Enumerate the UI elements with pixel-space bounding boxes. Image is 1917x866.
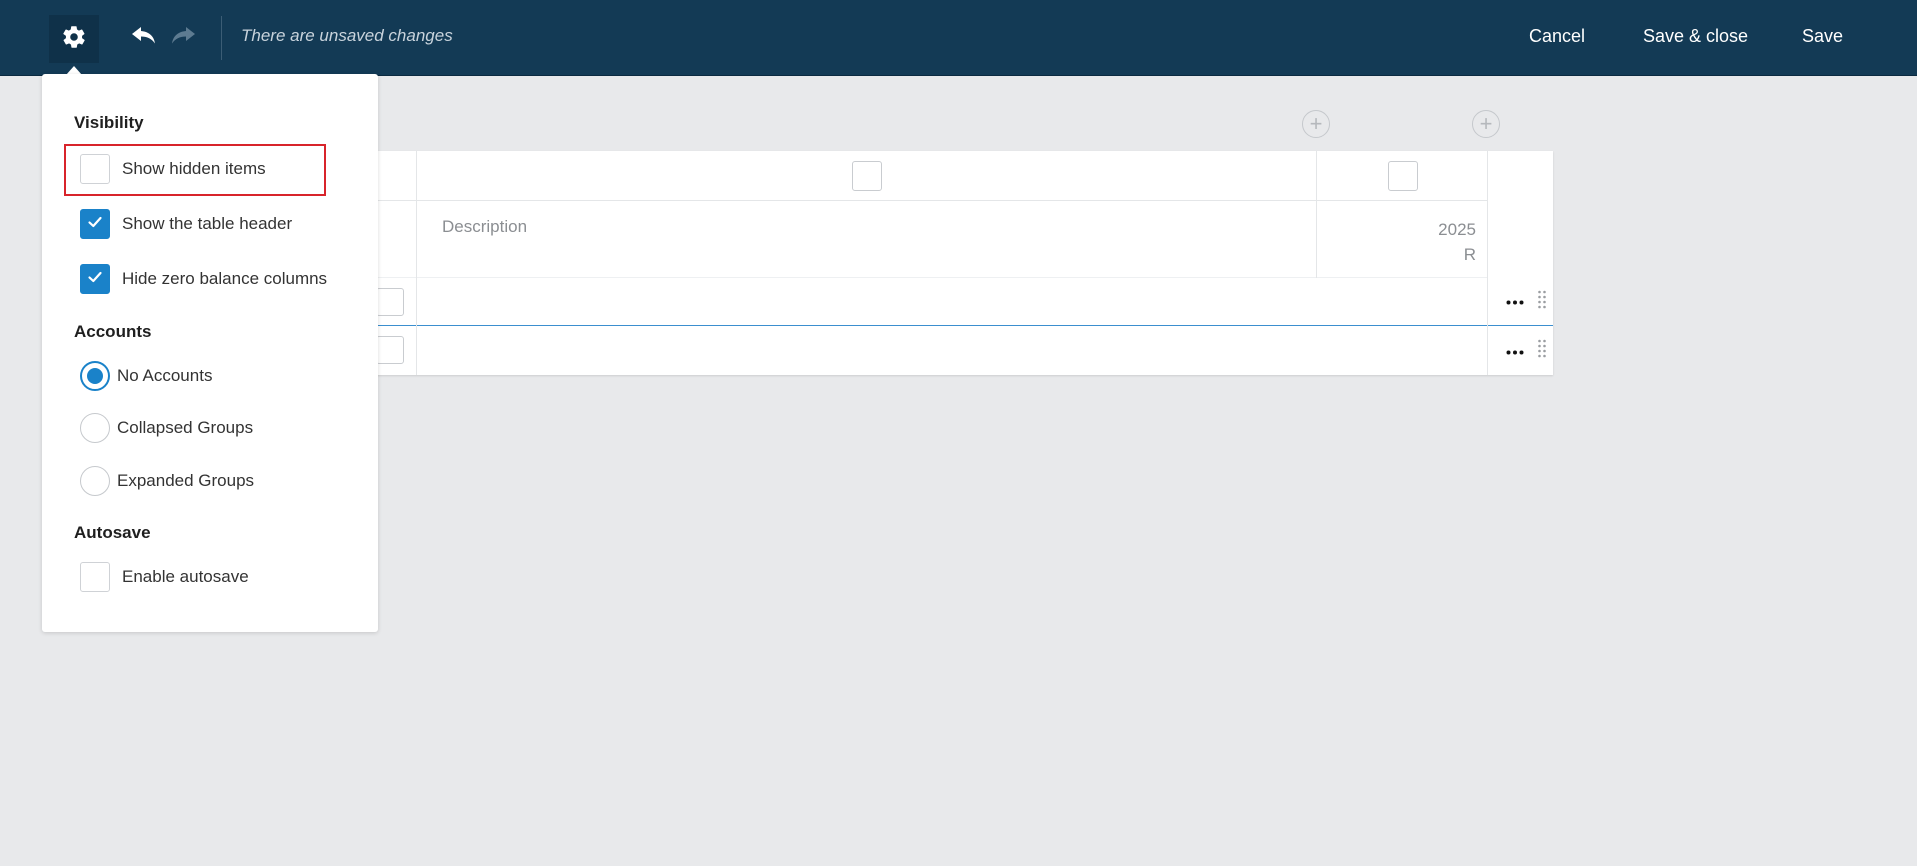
collapsed-groups-radio[interactable] [80, 413, 110, 443]
row-actions-button[interactable] [1504, 341, 1526, 361]
show-hidden-items-checkbox[interactable] [80, 154, 110, 184]
gear-icon [61, 24, 87, 55]
checkmark-icon [87, 214, 103, 235]
plus-circle-icon: + [1479, 111, 1493, 136]
redo-button[interactable] [167, 22, 199, 52]
column-select-checkbox[interactable] [1388, 161, 1418, 191]
column-divider [1316, 151, 1317, 278]
hide-zero-balance-columns-checkbox[interactable] [80, 264, 110, 294]
row-select-checkbox[interactable] [376, 288, 404, 316]
option-label: Collapsed Groups [117, 418, 254, 437]
plus-circle-icon: + [1309, 111, 1323, 136]
option-label: Hide zero balance columns [122, 269, 328, 288]
column-selector-row [320, 151, 1487, 201]
show-hidden-items-option[interactable]: Show hidden items [80, 153, 266, 185]
row-select-checkbox[interactable] [376, 336, 404, 364]
column-select-checkbox[interactable] [852, 161, 882, 191]
top-toolbar: There are unsaved changes Cancel Save & … [0, 0, 1917, 76]
drag-handle-icon[interactable] [1537, 339, 1547, 361]
enable-autosave-option[interactable]: Enable autosave [80, 561, 249, 593]
section-title-accounts: Accounts [74, 322, 152, 341]
drag-handle-icon[interactable] [1537, 290, 1547, 312]
expanded-groups-option[interactable]: Expanded Groups [80, 465, 254, 497]
toolbar-divider [221, 16, 222, 60]
option-label: Show hidden items [122, 159, 266, 178]
settings-dropdown: Visibility Show hidden items Show the ta… [42, 74, 378, 632]
expanded-groups-radio[interactable] [80, 466, 110, 496]
undo-icon [130, 23, 158, 52]
column-header-year-type: R [1463, 245, 1476, 264]
section-title-autosave: Autosave [74, 523, 151, 542]
show-table-header-option[interactable]: Show the table header [80, 208, 292, 240]
collapsed-groups-option[interactable]: Collapsed Groups [80, 412, 253, 444]
option-label: Expanded Groups [117, 471, 255, 490]
column-header-description: Description [442, 217, 528, 236]
checkmark-icon [87, 269, 103, 290]
no-accounts-option[interactable]: No Accounts [80, 360, 212, 392]
section-title-visibility: Visibility [74, 113, 144, 132]
unsaved-changes-status: There are unsaved changes [241, 26, 453, 45]
add-column-button[interactable]: + [1472, 110, 1500, 138]
no-accounts-radio[interactable] [80, 361, 110, 391]
column-header-year: 2025 R [1420, 217, 1476, 267]
table-row[interactable] [320, 326, 1553, 375]
cancel-button[interactable]: Cancel [1529, 26, 1585, 47]
column-header-year-label: 2025 [1438, 220, 1476, 239]
redo-icon [169, 23, 197, 52]
column-divider [416, 151, 417, 375]
enable-autosave-checkbox[interactable] [80, 562, 110, 592]
column-divider [1487, 151, 1488, 375]
radio-dot [87, 368, 103, 384]
more-horizontal-icon [1506, 342, 1524, 360]
option-label: Enable autosave [122, 567, 249, 586]
row-actions-button[interactable] [1504, 291, 1526, 311]
option-label: No Accounts [117, 366, 213, 385]
settings-button[interactable] [49, 15, 99, 63]
save-button[interactable]: Save [1802, 26, 1843, 47]
show-table-header-checkbox[interactable] [80, 209, 110, 239]
table-row[interactable] [320, 278, 1553, 326]
more-horizontal-icon [1506, 292, 1524, 310]
add-column-button[interactable]: + [1302, 110, 1330, 138]
save-and-close-button[interactable]: Save & close [1643, 26, 1748, 47]
option-label: Show the table header [122, 214, 293, 233]
table-header-row [320, 201, 1487, 278]
hide-zero-balance-columns-option[interactable]: Hide zero balance columns [80, 263, 327, 295]
report-table: Description 2025 R [320, 151, 1553, 375]
undo-button[interactable] [128, 22, 160, 52]
